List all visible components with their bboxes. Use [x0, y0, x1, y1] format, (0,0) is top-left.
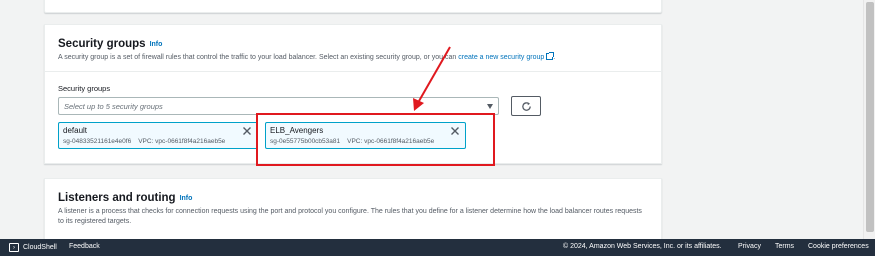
security-groups-field-label: Security groups — [58, 84, 111, 93]
create-security-group-link[interactable]: create a new security group — [458, 54, 544, 61]
console-footer: › CloudShell Feedback © 2024, Amazon Web… — [0, 239, 875, 256]
token-name: default — [63, 126, 88, 135]
security-groups-description: A security group is a set of firewall ru… — [58, 52, 556, 61]
cloudshell-button[interactable]: › CloudShell — [9, 243, 57, 252]
listeners-routing-heading: Listeners and routing Info — [58, 192, 193, 204]
refresh-icon — [521, 101, 531, 111]
terms-link[interactable]: Terms — [775, 243, 794, 250]
security-groups-heading: Security groups Info — [58, 38, 163, 50]
token-meta: sg-04833521161e4e0f6 VPC: vpc-0661f8f4a21… — [63, 138, 226, 145]
privacy-link[interactable]: Privacy — [738, 243, 761, 250]
external-link-icon — [546, 52, 555, 60]
refresh-button[interactable] — [511, 96, 541, 116]
security-groups-info-link[interactable]: Info — [150, 41, 163, 48]
caret-down-icon[interactable] — [487, 104, 493, 109]
previous-section-panel — [44, 0, 662, 13]
listeners-info-link[interactable]: Info — [180, 195, 193, 202]
feedback-link[interactable]: Feedback — [69, 243, 100, 250]
page-scrollbar[interactable] — [863, 0, 875, 239]
scrollbar-thumb[interactable] — [866, 2, 874, 232]
listeners-routing-panel: Listeners and routing Info A listener is … — [44, 178, 662, 248]
close-icon[interactable] — [242, 126, 252, 136]
security-group-token-default: default sg-04833521161e4e0f6 VPC: vpc-066… — [58, 122, 258, 149]
copyright-text: © 2024, Amazon Web Services, Inc. or its… — [563, 243, 722, 250]
divider — [45, 71, 661, 72]
select-placeholder: Select up to 5 security groups — [64, 102, 163, 111]
cookie-preferences-link[interactable]: Cookie preferences — [808, 243, 869, 250]
listeners-description: A listener is a process that checks for … — [58, 208, 642, 225]
cloudshell-icon: › — [9, 243, 19, 252]
annotation-box — [256, 113, 495, 166]
